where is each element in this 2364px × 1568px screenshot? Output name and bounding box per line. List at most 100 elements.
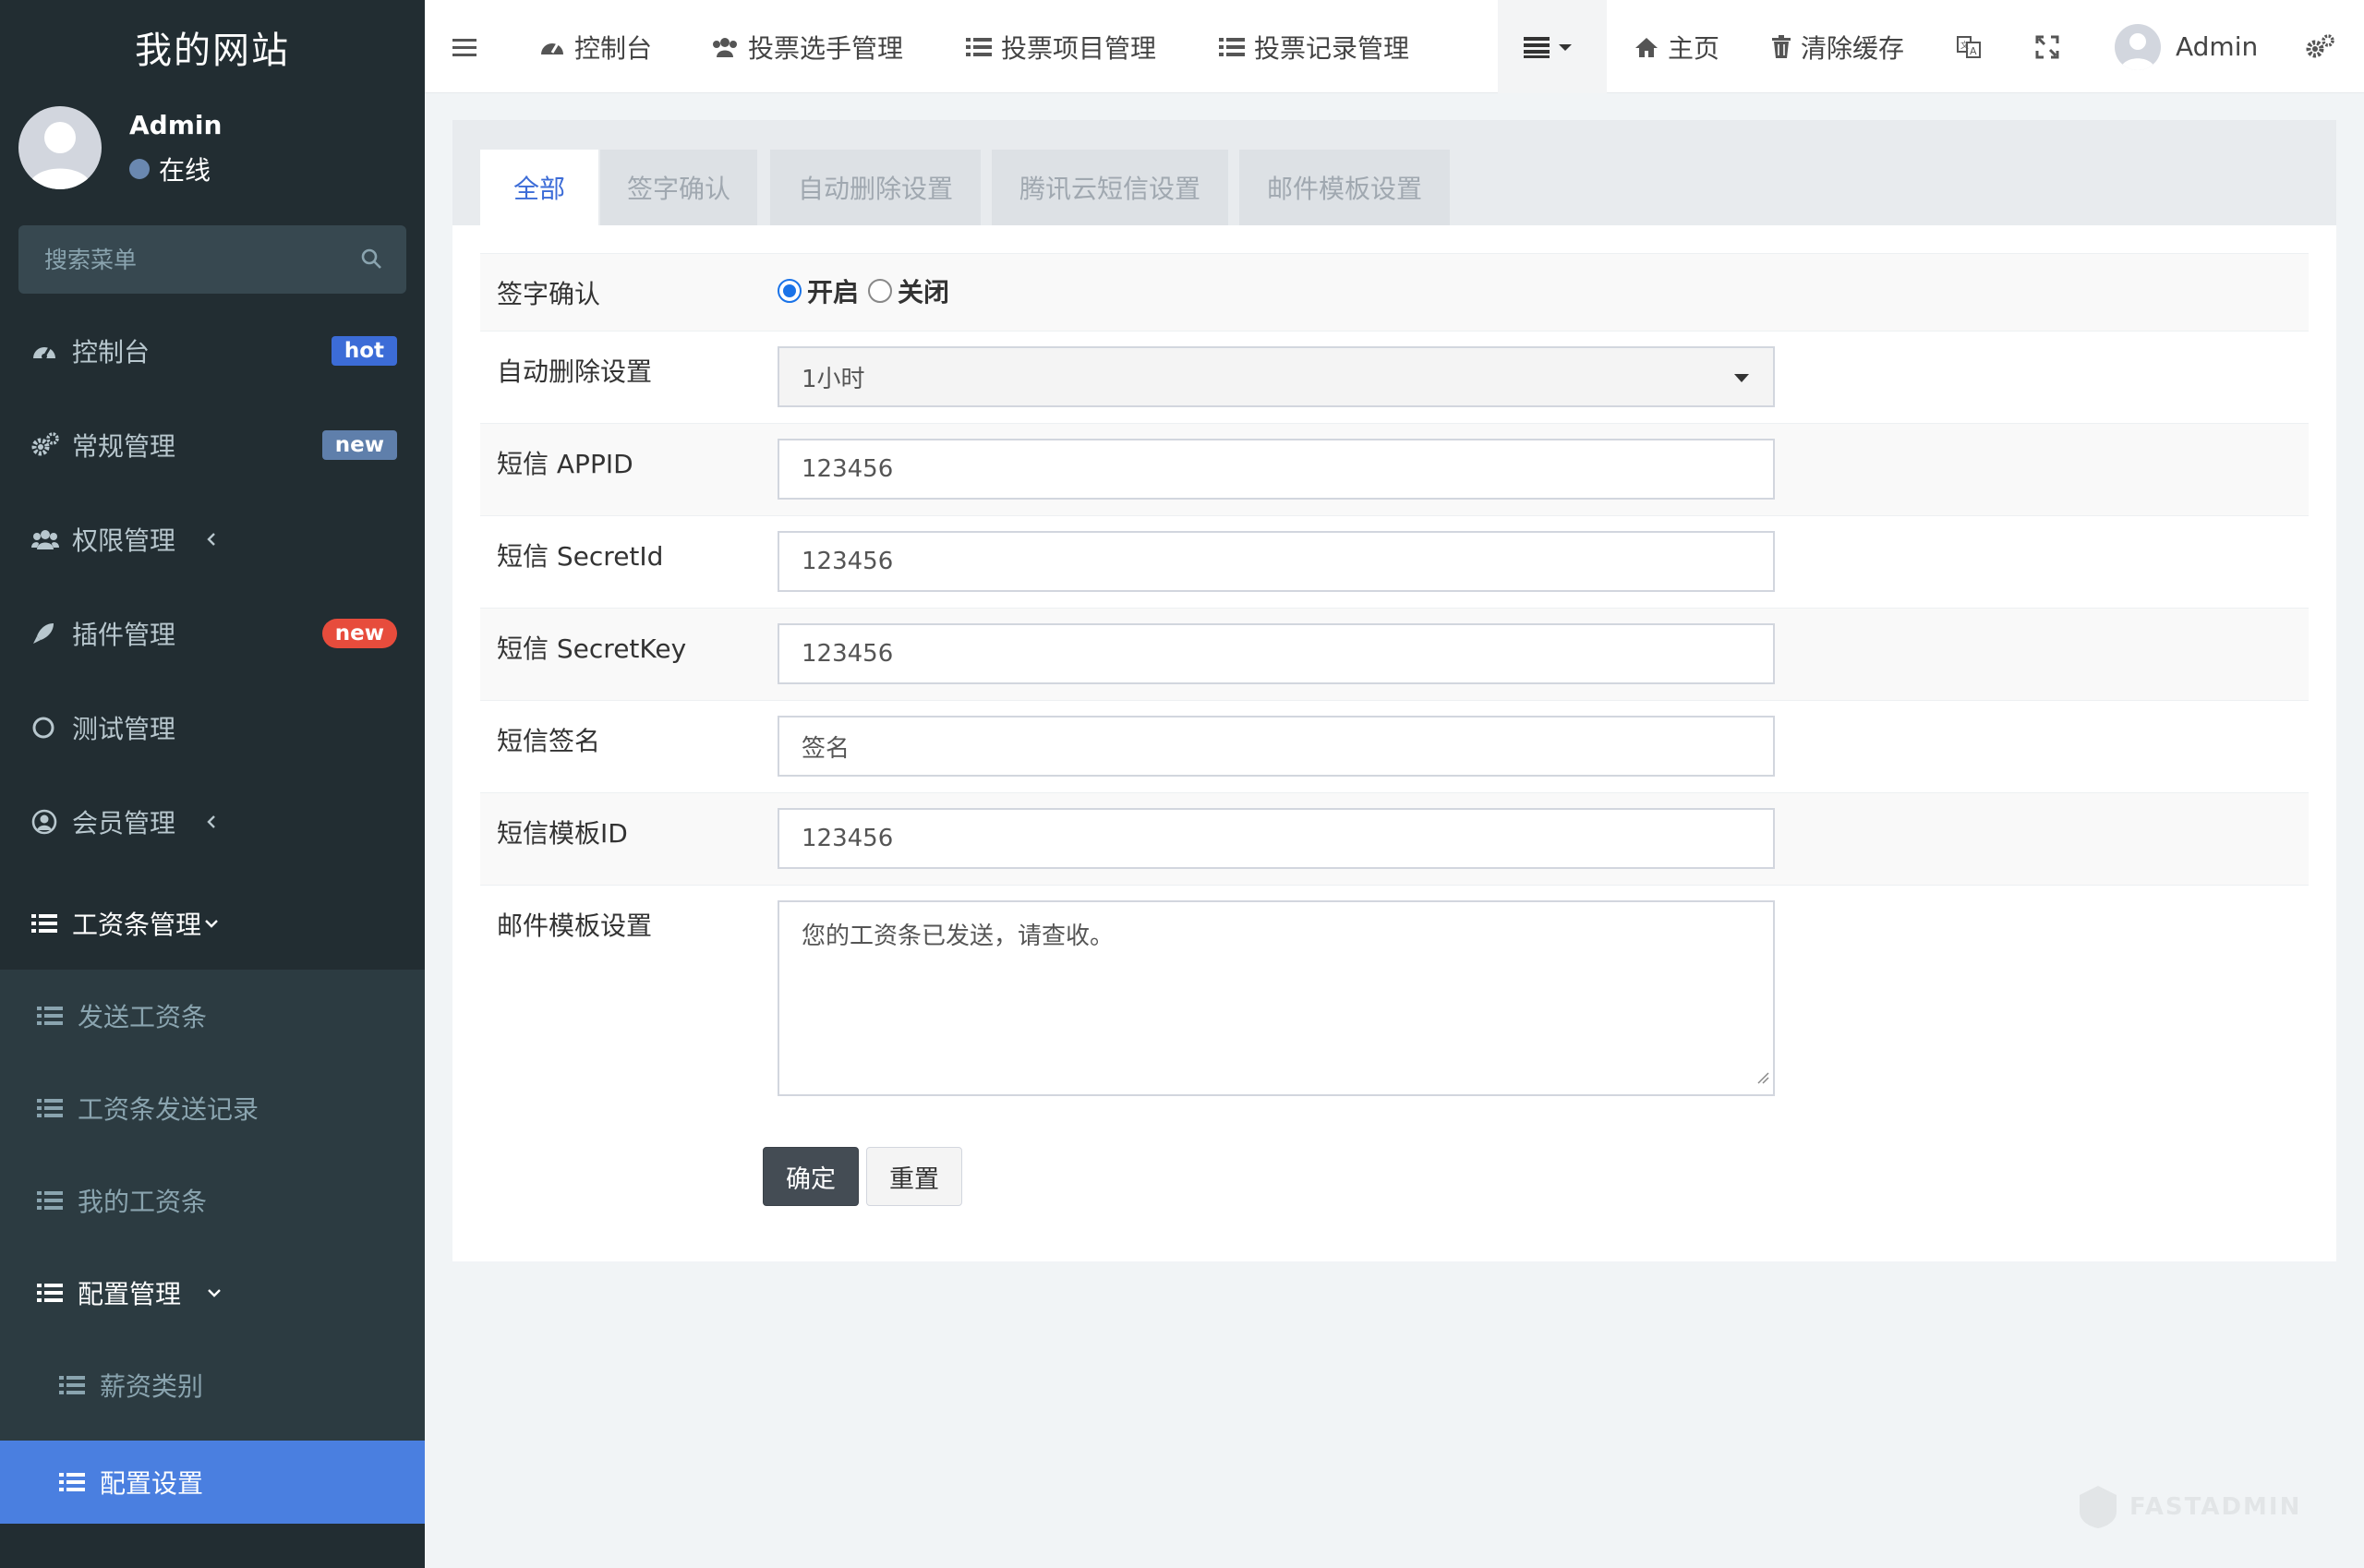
sidebar-submenu: 发送工资条 工资条发送记录 我的工资条 配置管理 薪资类别 配置设置: [0, 970, 425, 1524]
dashboard-icon: [31, 338, 57, 364]
sidebar-subitem-label: 我的工资条: [78, 1187, 208, 1217]
radio-enable[interactable]: [778, 279, 802, 303]
sidebar-subitem-send-records[interactable]: 工资条发送记录: [0, 1062, 425, 1154]
topnav-label: 投票记录管理: [1254, 32, 1410, 64]
fullscreen-icon: [2035, 35, 2059, 59]
auto-delete-select[interactable]: 1小时: [778, 346, 1775, 407]
sidebar-subitem-label: 工资条发送记录: [78, 1094, 259, 1125]
field-label: 邮件模板设置: [497, 911, 653, 941]
mail-template-textarea[interactable]: 您的工资条已发送，请查收。: [778, 900, 1775, 1096]
user-menu[interactable]: Admin: [2115, 0, 2258, 93]
sidebar-subitem-send-payslip[interactable]: 发送工资条: [0, 970, 425, 1062]
caret-down-icon: [1734, 374, 1749, 382]
home-icon: [1634, 36, 1658, 58]
auto-delete-value: 1小时: [802, 365, 865, 393]
field-label: 短信签名: [497, 726, 601, 756]
tab-tencent-sms[interactable]: 腾讯云短信设置: [992, 150, 1228, 225]
trash-icon: [1771, 34, 1791, 59]
resize-handle-icon[interactable]: [1756, 1063, 1769, 1091]
clear-cache-button[interactable]: 清除缓存: [1771, 0, 1904, 93]
avatar-icon: [2115, 23, 2161, 70]
form-row-sms-sign: 短信签名 签名: [480, 700, 2309, 792]
more-menu-dropdown[interactable]: [1498, 0, 1607, 93]
radio-enable-label[interactable]: 开启: [807, 272, 859, 309]
sidebar-subitem-my-payslip[interactable]: 我的工资条: [0, 1154, 425, 1247]
sidebar-item-plugins[interactable]: 插件管理 new: [0, 587, 425, 680]
tab-sign-confirm[interactable]: 签字确认: [600, 150, 757, 225]
hamburger-icon: [452, 37, 476, 57]
sms-sign-input[interactable]: 签名: [778, 716, 1775, 777]
search-icon[interactable]: [360, 247, 382, 270]
tab-all[interactable]: 全部: [480, 150, 598, 225]
list-icon: [59, 1375, 85, 1395]
tab-mail-template[interactable]: 邮件模板设置: [1239, 150, 1450, 225]
list-icon: [1524, 36, 1550, 58]
clear-cache-label: 清除缓存: [1801, 32, 1905, 64]
sidebar-item-general[interactable]: 常规管理 new: [0, 399, 425, 491]
config-panel: 全部 签字确认 自动删除设置 腾讯云短信设置 邮件模板设置 签字确认 开启 关闭…: [452, 120, 2336, 1261]
sidebar-item-label: 测试管理: [72, 714, 176, 744]
radio-disable-label[interactable]: 关闭: [898, 272, 949, 309]
list-icon: [59, 1472, 85, 1492]
topnav-label: 投票项目管理: [1001, 32, 1157, 64]
sidebar: 我的网站 Admin 在线 控制台 hot 常规管理 new 权限管理 插件管理: [0, 0, 425, 1568]
sms-appid-input[interactable]: 123456: [778, 439, 1775, 500]
mail-template-text: 您的工资条已发送，请查收。: [802, 923, 1115, 950]
form-row-sms-secretkey: 短信 SecretKey 123456: [480, 608, 2309, 700]
submit-button[interactable]: 确定: [763, 1147, 859, 1206]
field-label: 自动删除设置: [497, 356, 653, 387]
topnav-home[interactable]: 主页: [1634, 0, 1719, 93]
topnav-candidates[interactable]: 投票选手管理: [711, 0, 903, 93]
tab-auto-delete[interactable]: 自动删除设置: [770, 150, 981, 225]
language-switch[interactable]: 文A: [1956, 0, 1991, 93]
user-panel: Admin 在线: [0, 93, 425, 204]
list-icon: [37, 1006, 63, 1026]
form-row-sign-confirm: 签字确认 开启 关闭: [480, 253, 2309, 331]
list-icon: [1219, 37, 1245, 57]
user-avatar: [18, 106, 102, 189]
sidebar-subitem-label: 配置设置: [100, 1468, 204, 1499]
site-logo[interactable]: 我的网站: [0, 0, 425, 93]
reset-button[interactable]: 重置: [866, 1147, 962, 1206]
sidebar-subitem-config-settings[interactable]: 配置设置: [0, 1441, 425, 1524]
sidebar-item-payslip[interactable]: 工资条管理: [0, 877, 425, 970]
sign-confirm-radio-group: 开启 关闭: [778, 272, 949, 309]
topnav-label: 控制台: [574, 32, 653, 64]
sidebar-item-dashboard[interactable]: 控制台 hot: [0, 305, 425, 397]
fullscreen-button[interactable]: [2035, 0, 2068, 93]
settings-button[interactable]: [2305, 0, 2344, 93]
list-icon: [37, 1098, 63, 1118]
sidebar-subitem-label: 发送工资条: [78, 1002, 208, 1032]
chevron-left-icon: [31, 813, 392, 831]
field-label: 签字确认: [497, 279, 601, 309]
users-icon: [711, 35, 739, 59]
topnav-dashboard[interactable]: 控制台: [539, 0, 652, 93]
sidebar-subitem-salary-types[interactable]: 薪资类别: [0, 1339, 425, 1431]
topnav-records[interactable]: 投票记录管理: [1219, 0, 1409, 93]
sms-template-input[interactable]: 123456: [778, 808, 1775, 869]
topnav-projects[interactable]: 投票项目管理: [966, 0, 1156, 93]
menu-search-input[interactable]: [18, 225, 351, 294]
chevron-down-icon: [37, 1286, 392, 1299]
sidebar-item-permissions[interactable]: 权限管理: [0, 493, 425, 585]
sidebar-item-label: 常规管理: [72, 431, 176, 462]
svg-text:文: 文: [1960, 40, 1969, 51]
sidebar-item-testing[interactable]: 测试管理: [0, 681, 425, 774]
field-label: 短信 APPID: [497, 449, 633, 479]
translate-icon: 文A: [1956, 35, 1982, 59]
sms-secretkey-input[interactable]: 123456: [778, 623, 1775, 684]
new-badge: new: [321, 430, 397, 460]
chevron-left-icon: [31, 530, 392, 549]
radio-disable[interactable]: [868, 279, 893, 303]
topnav-home-label: 主页: [1668, 32, 1720, 64]
user-menu-name: Admin: [2176, 31, 2259, 62]
sidebar-toggle[interactable]: [452, 0, 486, 93]
status-dot-icon: [129, 159, 150, 179]
gears-icon: [31, 432, 59, 458]
form-row-mail-template: 邮件模板设置 您的工资条已发送，请查收。: [480, 885, 2309, 1116]
sidebar-item-members[interactable]: 会员管理: [0, 776, 425, 868]
user-status: 在线: [129, 151, 211, 187]
sms-secretid-input[interactable]: 123456: [778, 531, 1775, 592]
watermark-text: FASTADMIN: [2129, 1493, 2302, 1521]
sidebar-subitem-config[interactable]: 配置管理: [0, 1247, 425, 1339]
